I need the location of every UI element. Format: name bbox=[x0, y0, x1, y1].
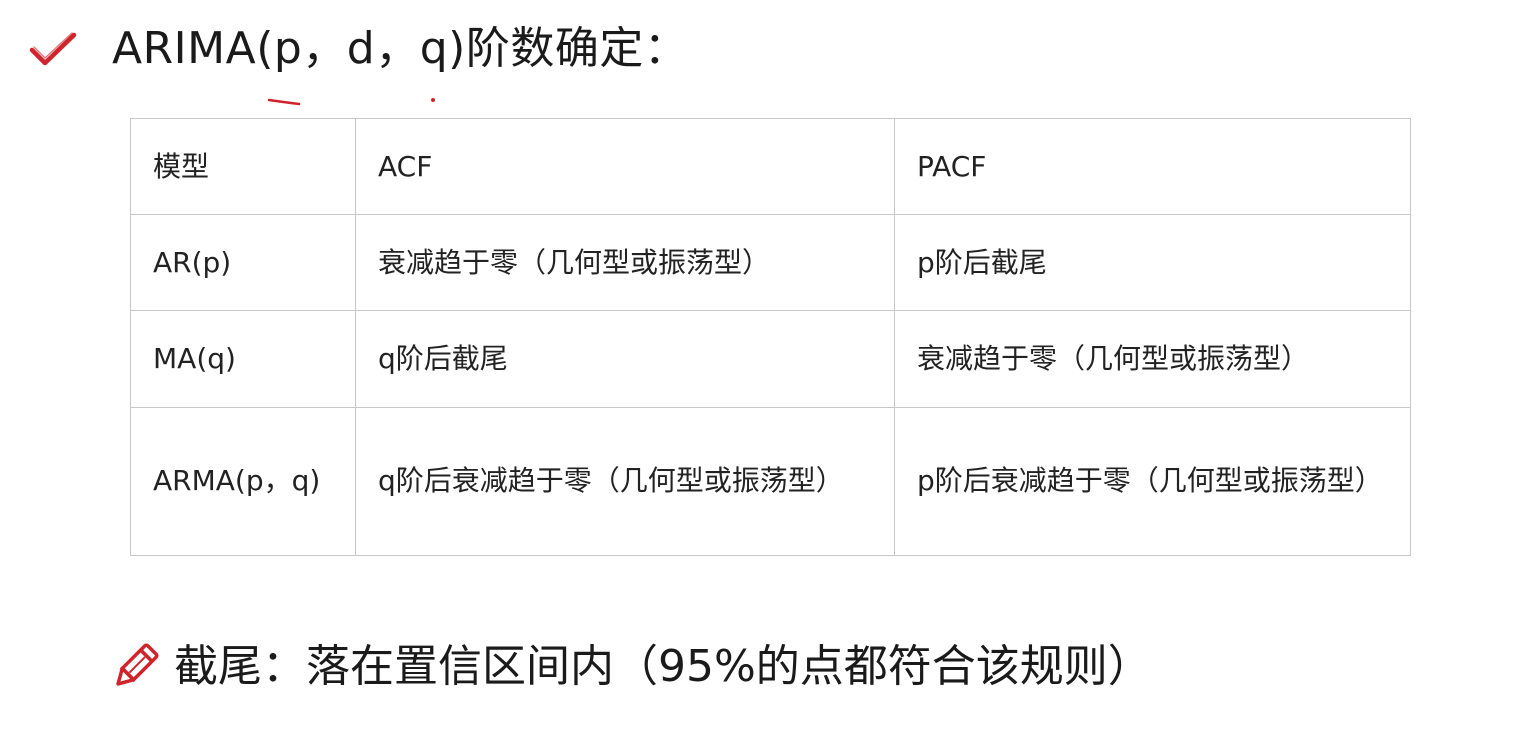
check-icon bbox=[29, 32, 77, 66]
header-acf: ACF bbox=[355, 117, 895, 216]
slide: ARIMA(p，d，q)阶数确定： 模型 ACF PACF AR(p) 衰减趋于… bbox=[0, 0, 1525, 756]
table-row: MA(q) q阶后截尾 衰减趋于零（几何型或振荡型） bbox=[130, 310, 1411, 408]
note-row: 截尾：落在置信区间内（95%的点都符合该规则） bbox=[110, 636, 1152, 698]
pen-annotation-marks bbox=[267, 98, 435, 106]
header-pacf: PACF bbox=[894, 117, 1411, 216]
cell-acf: q阶后衰减趋于零（几何型或振荡型） bbox=[355, 406, 895, 557]
table-row: AR(p) 衰减趋于零（几何型或振荡型） p阶后截尾 bbox=[130, 214, 1411, 312]
page-title: ARIMA(p，d，q)阶数确定： bbox=[112, 23, 689, 74]
cell-model: AR(p) bbox=[130, 214, 356, 312]
table-header-row: 模型 ACF PACF bbox=[130, 117, 1411, 216]
title-row: ARIMA(p，d，q)阶数确定： bbox=[28, 18, 688, 80]
header-model: 模型 bbox=[130, 117, 356, 216]
note-text: 截尾：落在置信区间内（95%的点都符合该规则） bbox=[174, 641, 1152, 692]
pencil-icon bbox=[116, 643, 159, 686]
cell-model: MA(q) bbox=[130, 310, 356, 408]
cell-pacf: 衰减趋于零（几何型或振荡型） bbox=[894, 310, 1411, 408]
cell-pacf: p阶后衰减趋于零（几何型或振荡型） bbox=[894, 406, 1411, 557]
cell-pacf: p阶后截尾 bbox=[894, 214, 1411, 312]
table-row: ARMA(p，q) q阶后衰减趋于零（几何型或振荡型） p阶后衰减趋于零（几何型… bbox=[130, 406, 1411, 557]
cell-acf: 衰减趋于零（几何型或振荡型） bbox=[355, 214, 895, 312]
order-table: 模型 ACF PACF AR(p) 衰减趋于零（几何型或振荡型） p阶后截尾 M… bbox=[130, 117, 1411, 557]
cell-model: ARMA(p，q) bbox=[130, 406, 356, 557]
cell-acf: q阶后截尾 bbox=[355, 310, 895, 408]
